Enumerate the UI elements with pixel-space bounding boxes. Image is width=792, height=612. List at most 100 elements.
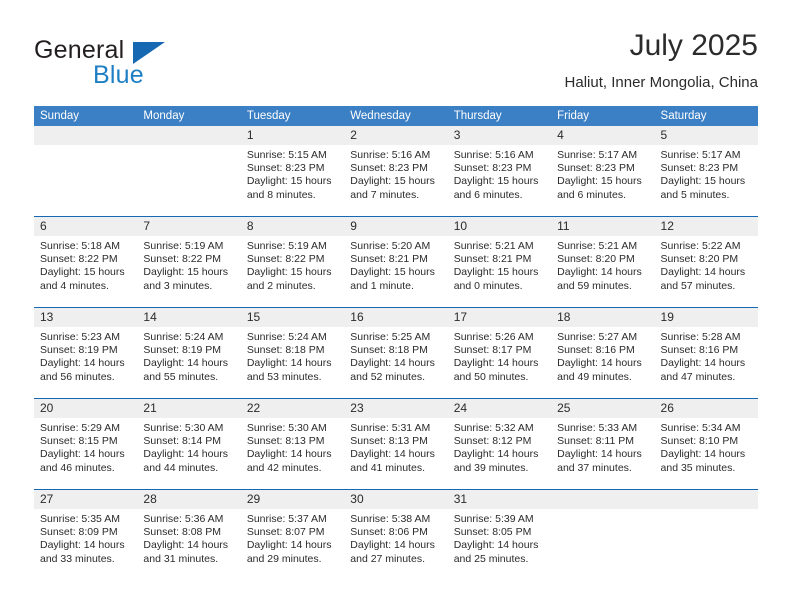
day-detail: Sunrise: 5:22 AM Sunset: 8:20 PM Daylight:… [655,236,758,307]
day-detail: Sunrise: 5:30 AM Sunset: 8:14 PM Daylight:… [137,418,240,489]
day-number[interactable]: 30 [344,490,447,509]
day-sunset-text: Sunset: 8:12 PM [453,435,532,448]
day-detail-row: Sunrise: 5:23 AM Sunset: 8:19 PM Daylight:… [34,327,758,398]
day-sunset-text: Sunset: 8:09 PM [40,526,118,539]
day-daylight2-text: and 31 minutes. [143,552,219,565]
day-detail: Sunrise: 5:21 AM Sunset: 8:20 PM Daylight:… [551,236,654,307]
day-daylight2-text: and 57 minutes. [660,279,736,292]
location-subtitle: Haliut, Inner Mongolia, China [564,74,758,91]
day-detail: Sunrise: 5:37 AM Sunset: 8:07 PM Daylight:… [241,509,344,580]
day-number[interactable]: 20 [34,399,137,418]
day-detail: Sunrise: 5:16 AM Sunset: 8:23 PM Daylight:… [344,145,447,216]
day-cell-empty [551,490,654,509]
day-detail: Sunrise: 5:32 AM Sunset: 8:12 PM Daylight:… [448,418,551,489]
day-detail: Sunrise: 5:30 AM Sunset: 8:13 PM Daylight:… [241,418,344,489]
day-number[interactable]: 7 [137,217,240,236]
day-detail-empty [655,509,758,580]
day-number[interactable]: 28 [137,490,240,509]
day-daylight1-text: Daylight: 14 hours [660,266,746,279]
day-number-row: 6 7 8 9 10 11 12 [34,217,758,236]
day-daylight2-text: and 8 minutes. [246,188,316,201]
day-sunrise-text: Sunrise: 5:16 AM [350,149,431,161]
day-daylight1-text: Daylight: 14 hours [246,357,332,370]
day-sunrise-text: Sunrise: 5:19 AM [143,240,224,252]
weekday-header-monday: Monday [143,110,185,122]
day-sunset-text: Sunset: 8:22 PM [40,253,118,266]
day-sunset-text: Sunset: 8:19 PM [40,344,118,357]
day-sunrise-text: Sunrise: 5:17 AM [557,149,638,161]
day-daylight1-text: Daylight: 14 hours [453,448,539,461]
day-sunrise-text: Sunrise: 5:30 AM [246,422,327,434]
day-number[interactable]: 4 [551,126,654,145]
day-sunrise-text: Sunrise: 5:32 AM [453,422,534,434]
calendar-week-row: 6 7 8 9 10 11 12 Sunrise: 5:18 AM Sunset: 8:22 P… [34,216,758,307]
title-block: July 2025 Haliut, Inner Mongolia, China [565,28,758,92]
day-number[interactable]: 22 [241,399,344,418]
day-cell-empty [34,126,137,145]
day-sunrise-text: Sunrise: 5:35 AM [40,513,120,525]
day-number[interactable]: 1 [241,126,344,145]
day-number[interactable]: 11 [551,217,654,236]
day-sunrise-text: Sunrise: 5:20 AM [350,240,431,252]
day-detail: Sunrise: 5:19 AM Sunset: 8:22 PM Daylight:… [241,236,344,307]
day-number[interactable]: 23 [344,399,447,418]
day-number[interactable]: 9 [344,217,447,236]
day-daylight1-text: Daylight: 15 hours [350,175,435,188]
day-number[interactable]: 31 [448,490,551,509]
day-daylight2-text: and 55 minutes. [143,370,219,383]
day-number[interactable]: 21 [137,399,240,418]
day-daylight2-text: and 6 minutes. [453,188,523,201]
day-sunrise-text: Sunrise: 5:33 AM [557,422,638,434]
day-daylight2-text: and 1 minute. [350,279,414,292]
day-number[interactable]: 10 [448,217,551,236]
day-number[interactable]: 3 [448,126,551,145]
day-sunset-text: Sunset: 8:08 PM [143,526,222,539]
day-sunset-text: Sunset: 8:23 PM [246,162,325,175]
day-sunrise-text: Sunrise: 5:31 AM [350,422,431,434]
day-sunrise-text: Sunrise: 5:24 AM [246,331,327,343]
day-daylight2-text: and 0 minutes. [453,279,523,292]
day-cell-empty [137,126,240,145]
day-detail: Sunrise: 5:17 AM Sunset: 8:23 PM Daylight:… [551,145,654,216]
day-detail: Sunrise: 5:15 AM Sunset: 8:23 PM Daylight:… [241,145,344,216]
day-cell-empty [655,490,758,509]
day-sunrise-text: Sunrise: 5:15 AM [246,149,327,161]
day-sunset-text: Sunset: 8:05 PM [453,526,532,539]
day-daylight1-text: Daylight: 15 hours [453,175,539,188]
day-number[interactable]: 8 [241,217,344,236]
calendar-grid: Sunday Monday Tuesday Wednesday Thursday… [34,106,758,580]
day-daylight1-text: Daylight: 14 hours [557,357,642,370]
day-number[interactable]: 17 [448,308,551,327]
day-sunrise-text: Sunrise: 5:34 AM [660,422,741,434]
calendar-week-row: 1 2 3 4 5 Sunrise: 5:15 AM Sunset: 8:23 PM Dayl… [34,126,758,216]
day-daylight2-text: and 5 minutes. [660,188,730,201]
day-number[interactable]: 2 [344,126,447,145]
day-daylight1-text: Daylight: 14 hours [557,266,642,279]
day-number[interactable]: 15 [241,308,344,327]
day-number[interactable]: 19 [655,308,758,327]
day-number[interactable]: 12 [655,217,758,236]
day-daylight1-text: Daylight: 14 hours [40,539,125,552]
day-sunrise-text: Sunrise: 5:26 AM [453,331,534,343]
day-number[interactable]: 14 [137,308,240,327]
day-sunrise-text: Sunrise: 5:29 AM [40,422,120,434]
day-number[interactable]: 6 [34,217,137,236]
day-detail-empty [551,509,654,580]
day-number[interactable]: 25 [551,399,654,418]
day-number[interactable]: 29 [241,490,344,509]
weekday-header-tuesday: Tuesday [246,110,291,122]
day-number[interactable]: 5 [655,126,758,145]
day-number[interactable]: 26 [655,399,758,418]
weekday-header-wednesday: Wednesday [350,110,411,122]
calendar-weeks: 1 2 3 4 5 Sunrise: 5:15 AM Sunset: 8:23 PM Dayl… [34,126,758,580]
day-daylight2-text: and 46 minutes. [40,461,115,474]
day-sunset-text: Sunset: 8:23 PM [660,162,739,175]
day-number[interactable]: 27 [34,490,137,509]
day-number[interactable]: 16 [344,308,447,327]
weekday-header-saturday: Saturday [660,110,707,122]
day-daylight1-text: Daylight: 14 hours [660,357,746,370]
day-sunset-text: Sunset: 8:10 PM [660,435,739,448]
day-number[interactable]: 24 [448,399,551,418]
day-number[interactable]: 18 [551,308,654,327]
day-number[interactable]: 13 [34,308,137,327]
